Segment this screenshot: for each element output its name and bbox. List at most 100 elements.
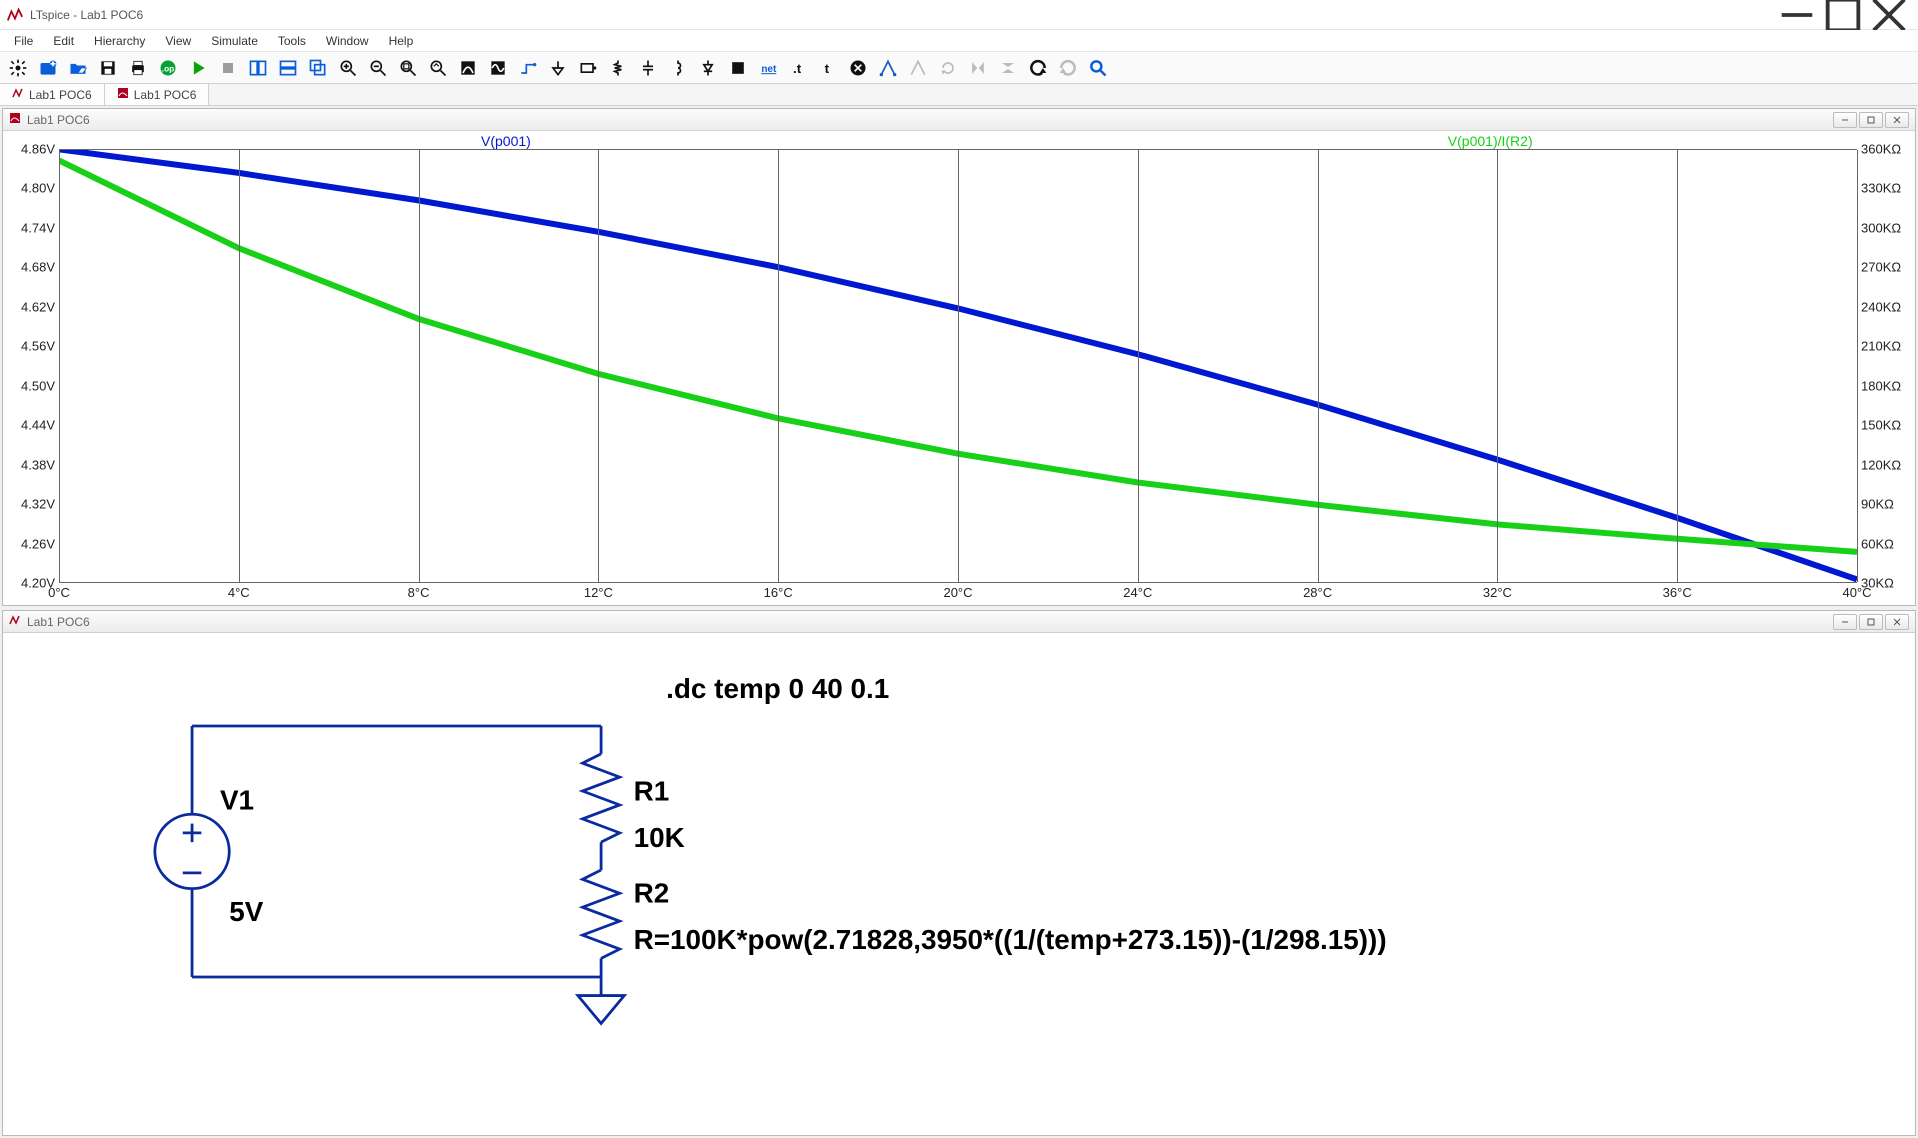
dotop-icon[interactable]: .op (154, 54, 182, 82)
save-icon[interactable] (94, 54, 122, 82)
menu-window[interactable]: Window (316, 32, 379, 50)
tile-vert-icon[interactable] (244, 54, 272, 82)
pane-minimize-button[interactable] (1833, 112, 1857, 128)
y-right-tick: 120KΩ (1861, 457, 1901, 472)
x-tick: 16°C (764, 585, 793, 600)
plot-tab-icon (117, 87, 129, 102)
pane-maximize-button[interactable] (1859, 614, 1883, 630)
x-tick: 28°C (1303, 585, 1332, 600)
undo-icon[interactable] (1024, 54, 1052, 82)
wire-icon[interactable] (514, 54, 542, 82)
x-tick: 20°C (943, 585, 972, 600)
redo-icon[interactable] (1054, 54, 1082, 82)
r2-name: R2 (634, 878, 670, 909)
rotate-icon[interactable] (934, 54, 962, 82)
menu-hierarchy[interactable]: Hierarchy (84, 32, 155, 50)
app-icon (6, 6, 24, 24)
v1-value: 5V (229, 896, 264, 927)
log-icon[interactable] (454, 54, 482, 82)
trace-legend-left[interactable]: V(p001) (481, 133, 531, 149)
pane-close-button[interactable] (1885, 614, 1909, 630)
spice-directive: .dc temp 0 40 0.1 (666, 673, 889, 704)
zoom-out-icon[interactable] (364, 54, 392, 82)
schematic-canvas[interactable]: .dc temp 0 40 0.1 V1 5V R1 10K R2 R=100K… (3, 633, 1915, 1135)
y-right-tick: 360KΩ (1861, 142, 1901, 157)
comment-icon[interactable]: t (814, 54, 842, 82)
plot-pane-title: Lab1 POC6 (27, 113, 90, 127)
document-tabs: Lab1 POC6 Lab1 POC6 (0, 84, 1918, 106)
y-left-tick: 4.62V (21, 299, 55, 314)
y-left-tick: 4.44V (21, 418, 55, 433)
x-tick: 40°C (1842, 585, 1871, 600)
schematic-pane: Lab1 POC6 (2, 610, 1916, 1136)
y-left-tick: 4.86V (21, 142, 55, 157)
menu-edit[interactable]: Edit (43, 32, 84, 50)
trace-legend-right[interactable]: V(p001)/I(R2) (1448, 133, 1533, 149)
y-left-tick: 4.32V (21, 497, 55, 512)
menu-file[interactable]: File (4, 32, 43, 50)
y-right-tick: 150KΩ (1861, 418, 1901, 433)
x-tick: 36°C (1663, 585, 1692, 600)
pane-close-button[interactable] (1885, 112, 1909, 128)
inductor-icon[interactable] (664, 54, 692, 82)
menu-view[interactable]: View (155, 32, 201, 50)
netname-icon[interactable]: net (754, 54, 782, 82)
zoom-fit-icon[interactable] (394, 54, 422, 82)
y-left-tick: 4.80V (21, 181, 55, 196)
svg-text:.t: .t (793, 61, 802, 76)
mirror-vert-icon[interactable] (964, 54, 992, 82)
run-icon[interactable] (184, 54, 212, 82)
toolbar: .op net .t t (0, 52, 1918, 84)
find-icon[interactable] (1084, 54, 1112, 82)
minimize-button[interactable] (1774, 0, 1820, 30)
y-right-tick: 210KΩ (1861, 339, 1901, 354)
schematic-pane-title: Lab1 POC6 (27, 615, 90, 629)
move-icon[interactable] (874, 54, 902, 82)
drag-icon[interactable] (904, 54, 932, 82)
menu-tools[interactable]: Tools (268, 32, 316, 50)
doc-tab-plot[interactable]: Lab1 POC6 (105, 84, 210, 105)
svg-text:t: t (825, 61, 830, 76)
y-right-tick: 270KΩ (1861, 260, 1901, 275)
tile-horiz-icon[interactable] (274, 54, 302, 82)
component-icon[interactable] (724, 54, 752, 82)
x-tick: 8°C (408, 585, 430, 600)
ground-icon[interactable] (544, 54, 572, 82)
zoom-in-icon[interactable] (334, 54, 362, 82)
x-tick: 4°C (228, 585, 250, 600)
x-tick: 32°C (1483, 585, 1512, 600)
plot-pane: Lab1 POC6 V(p001) V(p001)/I(R2) 4.20V4.2… (2, 108, 1916, 606)
pane-minimize-button[interactable] (1833, 614, 1857, 630)
y-right-tick: 180KΩ (1861, 378, 1901, 393)
doc-tab-schematic[interactable]: Lab1 POC6 (0, 84, 105, 105)
plot-area[interactable]: V(p001) V(p001)/I(R2) 4.20V4.26V4.32V4.3… (3, 131, 1915, 605)
open-icon[interactable] (64, 54, 92, 82)
resistor-icon[interactable] (604, 54, 632, 82)
spice-dir-icon[interactable]: .t (784, 54, 812, 82)
print-icon[interactable] (124, 54, 152, 82)
cascade-icon[interactable] (304, 54, 332, 82)
plot-pane-icon (9, 112, 21, 127)
diode-icon[interactable] (694, 54, 722, 82)
menu-simulate[interactable]: Simulate (201, 32, 268, 50)
y-left-tick: 4.68V (21, 260, 55, 275)
r2-value: R=100K*pow(2.71828,3950*((1/(temp+273.15… (634, 924, 1387, 955)
menu-help[interactable]: Help (379, 32, 424, 50)
close-button[interactable] (1866, 0, 1912, 30)
x-tick: 24°C (1123, 585, 1152, 600)
netlabel-icon[interactable] (574, 54, 602, 82)
y-right-tick: 60KΩ (1861, 536, 1894, 551)
zoom-last-icon[interactable] (424, 54, 452, 82)
mirror-horiz-icon[interactable] (994, 54, 1022, 82)
capacitor-icon[interactable] (634, 54, 662, 82)
v1-name: V1 (220, 785, 254, 816)
y-right-tick: 330KΩ (1861, 181, 1901, 196)
stop-icon[interactable] (214, 54, 242, 82)
pane-maximize-button[interactable] (1859, 112, 1883, 128)
settings-icon[interactable] (4, 54, 32, 82)
new-schematic-icon[interactable] (34, 54, 62, 82)
sine-icon[interactable] (484, 54, 512, 82)
y-left-tick: 4.50V (21, 378, 55, 393)
maximize-button[interactable] (1820, 0, 1866, 30)
delete-icon[interactable] (844, 54, 872, 82)
